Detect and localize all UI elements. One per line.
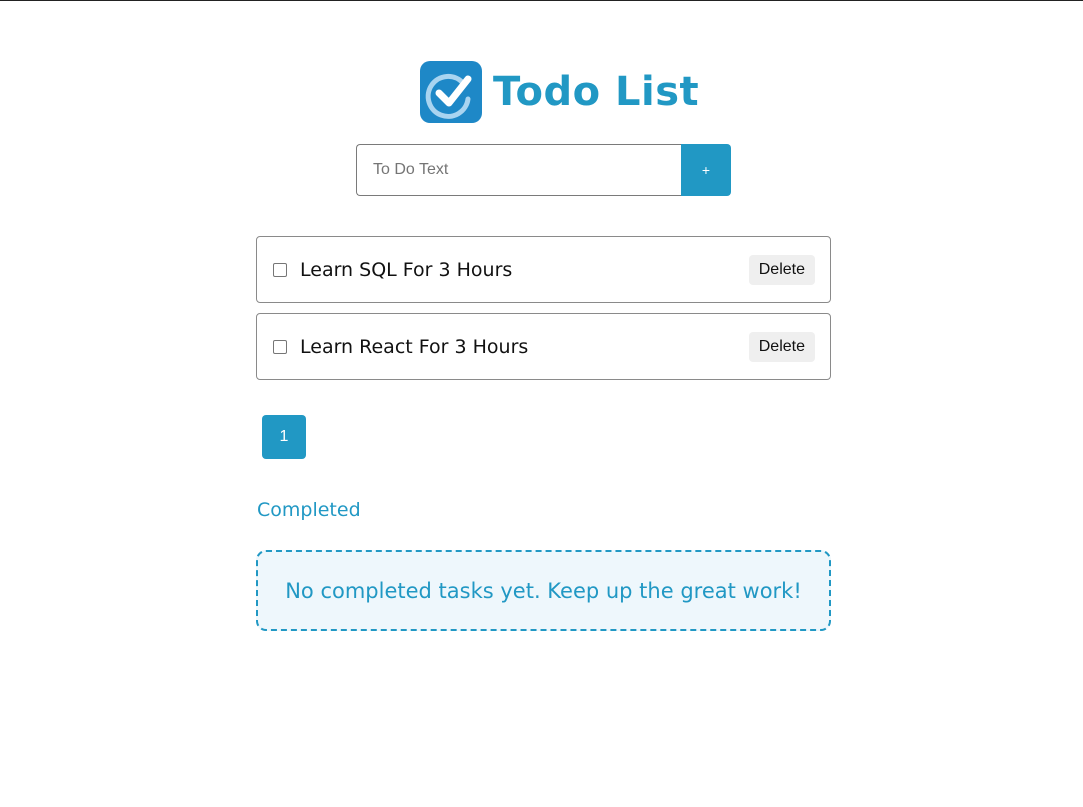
task-label: Learn SQL For 3 Hours bbox=[300, 258, 513, 281]
app-title: Todo List bbox=[493, 69, 700, 115]
task-item: Learn React For 3 Hours Delete bbox=[256, 313, 831, 380]
todo-text-input[interactable] bbox=[356, 144, 681, 196]
empty-state-message: No completed tasks yet. Keep up the grea… bbox=[285, 578, 802, 603]
task-checkbox[interactable] bbox=[273, 262, 287, 277]
task-item: Learn SQL For 3 Hours Delete bbox=[256, 236, 831, 303]
completed-empty-state: No completed tasks yet. Keep up the grea… bbox=[256, 550, 831, 631]
task-label: Learn React For 3 Hours bbox=[300, 335, 529, 358]
top-border bbox=[0, 0, 1083, 1]
add-todo-form: + bbox=[356, 144, 731, 196]
page-button-1[interactable]: 1 bbox=[262, 415, 306, 459]
app-header: Todo List bbox=[420, 61, 699, 123]
completed-heading: Completed bbox=[257, 499, 361, 521]
task-checkbox[interactable] bbox=[273, 339, 287, 354]
check-circle-icon bbox=[420, 61, 482, 123]
delete-button[interactable]: Delete bbox=[748, 331, 815, 362]
add-button[interactable]: + bbox=[681, 144, 731, 196]
delete-button[interactable]: Delete bbox=[748, 254, 815, 285]
